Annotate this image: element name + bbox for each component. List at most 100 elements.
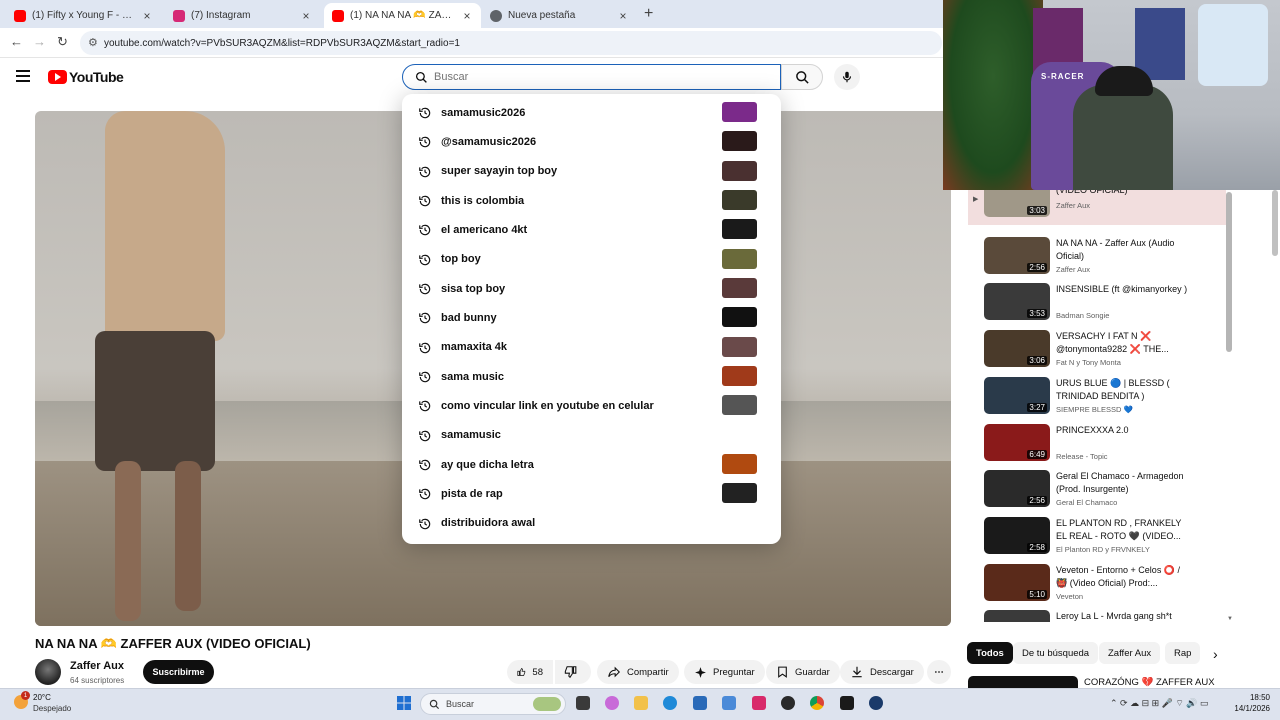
suggestion-thumbnail bbox=[722, 131, 757, 152]
video-thumbnail[interactable]: 2:56 bbox=[984, 470, 1050, 508]
search-suggestion[interactable]: @samamusic2026 bbox=[402, 127, 781, 156]
download-button[interactable]: Descargar bbox=[840, 660, 924, 684]
menu-icon[interactable] bbox=[16, 70, 30, 82]
clock-date[interactable]: 14/1/2026 bbox=[1228, 704, 1270, 713]
related-video-channel: SIEMPRE BLESSD 💙 bbox=[1056, 404, 1133, 414]
page-scrollbar[interactable] bbox=[1272, 190, 1278, 256]
search-suggestion[interactable]: como vincular link en youtube en celular bbox=[402, 391, 781, 420]
video-thumbnail[interactable]: 3:03 bbox=[984, 190, 1050, 217]
chrome-icon[interactable] bbox=[810, 696, 824, 710]
task-view-icon[interactable] bbox=[576, 696, 590, 710]
suggestion-thumbnail bbox=[722, 277, 757, 298]
app-icon[interactable] bbox=[781, 696, 795, 710]
search-suggestion[interactable]: bad bunny bbox=[402, 303, 781, 332]
video-thumbnail[interactable]: 6:49 bbox=[984, 423, 1050, 461]
video-thumbnail[interactable]: 2:58 bbox=[984, 516, 1050, 554]
browser-tab[interactable]: (1) Fifty x Young F - Eso Va (Vid × bbox=[6, 3, 161, 28]
browser-tab[interactable]: (1) NA NA NA 🫶 ZAFFER AUX × bbox=[324, 3, 481, 28]
ask-button[interactable]: Preguntar bbox=[684, 660, 765, 684]
search-suggestion[interactable]: this is colombia bbox=[402, 186, 781, 215]
related-video[interactable]: 2:44 Leroy La L - Mvrda gang sh*t (Video … bbox=[968, 600, 1226, 622]
new-tab-button[interactable]: + bbox=[644, 5, 653, 23]
file-explorer-icon[interactable] bbox=[634, 696, 648, 710]
capture-icon[interactable] bbox=[840, 696, 854, 710]
search-suggestion[interactable]: samamusic2026 bbox=[402, 98, 781, 127]
suggestion-text: ay que dicha letra bbox=[441, 458, 534, 471]
video-thumbnail[interactable]: 3:27 bbox=[984, 376, 1050, 414]
channel-avatar[interactable] bbox=[35, 659, 61, 685]
edge-icon[interactable] bbox=[663, 696, 677, 710]
voice-search-button[interactable] bbox=[834, 64, 860, 90]
search-suggestion[interactable]: sisa top boy bbox=[402, 274, 781, 303]
video-thumbnail[interactable]: 3:53 bbox=[984, 283, 1050, 321]
chip-from-search[interactable]: De tu búsqueda bbox=[1013, 642, 1099, 664]
related-video[interactable]: 3:06 VERSACHY I FAT N ❌ @tonymonta9282 ❌ … bbox=[968, 320, 1226, 368]
related-video[interactable]: 3:27 URUS BLUE 🔵 | BLESSD ( TRINIDAD BEND… bbox=[968, 367, 1226, 414]
search-input[interactable] bbox=[434, 71, 754, 83]
reload-icon[interactable]: ↻ bbox=[57, 34, 68, 50]
clock-time[interactable]: 18:50 bbox=[1244, 693, 1270, 702]
video-thumbnail[interactable]: 2:56 bbox=[984, 236, 1050, 274]
related-video[interactable]: 3:53 INSENSIBLE (ft @kimanyorkey ) Badman … bbox=[968, 273, 1226, 321]
chip-zaffer-aux[interactable]: Zaffer Aux bbox=[1099, 642, 1161, 664]
dislike-button[interactable] bbox=[555, 660, 591, 684]
forward-icon[interactable]: → bbox=[33, 34, 46, 49]
taskbar-search[interactable]: Buscar bbox=[420, 693, 566, 715]
search-suggestion[interactable]: super sayayin top boy bbox=[402, 157, 781, 186]
video-thumbnail[interactable]: 5:10 bbox=[984, 563, 1050, 601]
store-icon[interactable] bbox=[693, 696, 707, 710]
related-video[interactable]: 5:10 Veveton - Entorno + Celos ⭕ / 👹 (Vid… bbox=[968, 554, 1226, 601]
close-tab-icon[interactable]: × bbox=[461, 9, 473, 23]
site-info-icon[interactable]: ⚙ bbox=[88, 36, 98, 49]
youtube-logo[interactable]: YouTube bbox=[48, 69, 124, 85]
more-icon: ⋯ bbox=[934, 666, 944, 678]
sidebar-scrollbar[interactable] bbox=[1226, 192, 1232, 352]
search-box[interactable] bbox=[402, 64, 781, 90]
browser-tab[interactable]: Nueva pestaña × bbox=[482, 3, 637, 28]
search-suggestion[interactable]: sama music bbox=[402, 362, 781, 391]
related-video[interactable]: ▶ 3:03 (VIDEO OFICIAL) Zaffer Aux bbox=[968, 190, 1226, 225]
weather-condition[interactable]: Despejado bbox=[33, 704, 71, 713]
browser-tab[interactable]: (7) Instagram × bbox=[165, 3, 320, 28]
video-thumbnail[interactable]: 2:44 bbox=[984, 610, 1050, 622]
related-video[interactable]: 2:56 Geral El Chamaco - Armagedon (Prod. … bbox=[968, 460, 1226, 508]
steam-icon[interactable] bbox=[869, 696, 883, 710]
search-suggestion[interactable]: ay que dicha letra bbox=[402, 450, 781, 479]
sidebar-scroll-down-icon[interactable]: ▼ bbox=[1227, 616, 1233, 622]
capcut-icon[interactable] bbox=[752, 696, 766, 710]
chip-rap[interactable]: Rap bbox=[1165, 642, 1201, 664]
back-icon[interactable]: ← bbox=[10, 34, 23, 49]
suggestion-text: samamusic bbox=[441, 429, 501, 442]
search-suggestion[interactable]: el americano 4kt bbox=[402, 215, 781, 244]
close-tab-icon[interactable]: × bbox=[300, 9, 312, 23]
search-button[interactable] bbox=[781, 64, 823, 90]
system-tray-icons[interactable]: ⌃ ⟳ ☁ ⊟ ⊞ 🎤 ⌔ 🔊 ▭ bbox=[1110, 698, 1209, 709]
microphone-icon bbox=[842, 71, 852, 83]
save-button[interactable]: Guardar bbox=[766, 660, 840, 684]
mail-icon[interactable] bbox=[722, 696, 736, 710]
duration-badge: 2:56 bbox=[1027, 262, 1047, 272]
related-video[interactable]: 2:58 EL PLANTON RD , FRANKELY EL REAL - R… bbox=[968, 507, 1226, 554]
share-button[interactable]: Compartir bbox=[597, 660, 679, 684]
search-suggestion[interactable]: mamaxita 4k bbox=[402, 333, 781, 362]
related-video[interactable]: 6:49 PRINCEXXXA 2.0 Release - Topic bbox=[968, 414, 1226, 461]
chevron-right-icon[interactable]: › bbox=[1213, 646, 1218, 662]
channel-name[interactable]: Zaffer Aux bbox=[70, 660, 124, 672]
url-field[interactable]: ⚙ youtube.com/watch?v=PVbSUR3AQZM&list=R… bbox=[80, 31, 942, 55]
next-video-title[interactable]: CORAZÓNG 💔 ZAFFER AUX bbox=[1084, 677, 1215, 688]
search-suggestion[interactable]: samamusic bbox=[402, 421, 781, 450]
like-button[interactable]: 58 bbox=[507, 660, 553, 684]
weather-temp[interactable]: 20°C bbox=[33, 693, 51, 702]
close-tab-icon[interactable]: × bbox=[617, 9, 629, 23]
close-tab-icon[interactable]: × bbox=[141, 9, 153, 23]
search-suggestion[interactable]: distribuidora awal bbox=[402, 509, 781, 538]
copilot-icon[interactable] bbox=[605, 696, 619, 710]
search-suggestion[interactable]: top boy bbox=[402, 245, 781, 274]
search-suggestion[interactable]: pista de rap bbox=[402, 479, 781, 508]
chip-all[interactable]: Todos bbox=[967, 642, 1013, 664]
more-actions-button[interactable]: ⋯ bbox=[927, 660, 951, 684]
video-thumbnail[interactable]: 3:06 bbox=[984, 330, 1050, 368]
subscribe-button[interactable]: Suscribirme bbox=[143, 660, 214, 684]
related-video[interactable]: 2:56 NA NA NA - Zaffer Aux (Audio Oficial… bbox=[968, 227, 1226, 274]
windows-start-icon[interactable] bbox=[397, 696, 411, 715]
